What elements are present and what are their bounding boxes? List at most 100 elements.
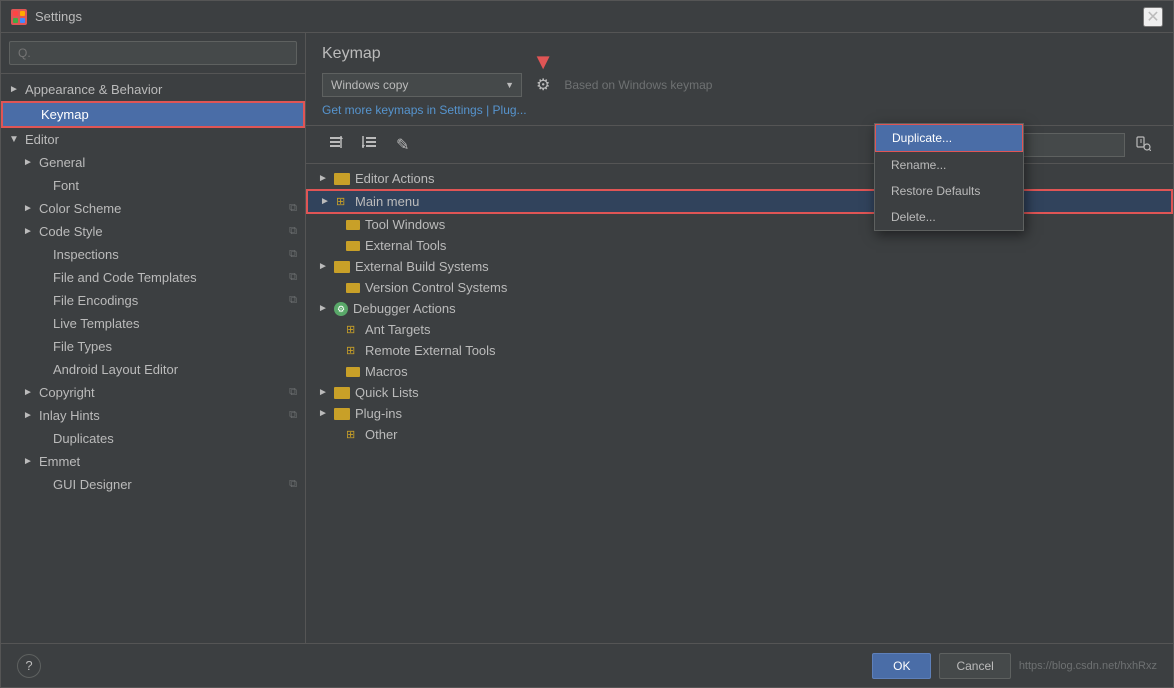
dropdown-item-delete[interactable]: Delete... <box>875 204 1023 230</box>
arrow-icon <box>23 157 35 169</box>
sidebar-item-label: Live Templates <box>53 316 139 331</box>
sidebar-item-appearance[interactable]: Appearance & Behavior <box>1 78 305 101</box>
window-title: Settings <box>35 9 82 24</box>
sidebar-item-label: Android Layout Editor <box>53 362 178 377</box>
arrow-icon <box>23 387 35 399</box>
edit-button[interactable]: ✎ <box>390 133 415 157</box>
sidebar-item-emmet[interactable]: Emmet <box>1 450 305 473</box>
keymap-item-quick-lists[interactable]: Quick Lists <box>306 382 1173 403</box>
sidebar-item-label: Duplicates <box>53 431 114 446</box>
arrow-icon <box>330 219 342 231</box>
dropdown-item-rename[interactable]: Rename... <box>875 152 1023 178</box>
copy-icon: ⧉ <box>289 271 297 284</box>
dropdown-item-restore-defaults[interactable]: Restore Defaults <box>875 178 1023 204</box>
keymap-item-remote-external[interactable]: ⊞ Remote External Tools <box>306 340 1173 361</box>
sidebar-item-file-code-templates[interactable]: File and Code Templates ⧉ <box>1 266 305 289</box>
gear-button[interactable] <box>532 73 554 97</box>
sidebar-item-live-templates[interactable]: Live Templates <box>1 312 305 335</box>
keymap-item-plugins[interactable]: Plug-ins <box>306 403 1173 424</box>
collapse-all-button[interactable] <box>322 132 350 157</box>
expand-all-button[interactable] <box>356 132 384 157</box>
folder-small-icon <box>346 241 360 251</box>
keymap-row: Windows copy Default Mac OS X ▼ Based on… <box>322 73 1157 97</box>
sidebar-item-label: Code Style <box>39 224 103 239</box>
keymap-select[interactable]: Windows copy Default Mac OS X <box>322 73 522 97</box>
folder-icon <box>334 408 350 420</box>
folder-icon <box>334 261 350 273</box>
sidebar-item-general[interactable]: General <box>1 151 305 174</box>
settings-search-input[interactable] <box>9 41 297 65</box>
get-more-link[interactable]: Get more keymaps in Settings | Plug... <box>322 103 527 117</box>
title-bar: Settings ✕ <box>1 1 1173 33</box>
dialog-body: Appearance & Behavior Keymap Editor Gene… <box>1 33 1173 643</box>
arrow-icon <box>9 84 21 96</box>
folder-small-icon <box>346 220 360 230</box>
keymap-item-editor-actions[interactable]: Editor Actions <box>306 168 1173 189</box>
arrow-icon <box>37 364 49 376</box>
arrow-icon <box>23 456 35 468</box>
sidebar-item-inspections[interactable]: Inspections ⧉ <box>1 243 305 266</box>
keymap-item-macros[interactable]: Macros <box>306 361 1173 382</box>
sidebar-item-editor[interactable]: Editor <box>1 128 305 151</box>
keymap-item-other[interactable]: ⊞ Other <box>306 424 1173 445</box>
arrow-icon <box>318 173 330 185</box>
keymap-item-tool-windows[interactable]: Tool Windows <box>306 214 1173 235</box>
cancel-button[interactable]: Cancel <box>939 653 1010 679</box>
keymap-item-label: Tool Windows <box>365 217 445 232</box>
sidebar-item-gui-designer[interactable]: GUI Designer ⧉ <box>1 473 305 496</box>
sidebar-item-keymap[interactable]: Keymap <box>1 101 305 128</box>
sidebar-item-label: Inlay Hints <box>39 408 100 423</box>
sidebar-item-label: Color Scheme <box>39 201 121 216</box>
arrow-icon <box>37 180 49 192</box>
sidebar-item-android-layout[interactable]: Android Layout Editor <box>1 358 305 381</box>
keymap-item-ant-targets[interactable]: ⊞ Ant Targets <box>306 319 1173 340</box>
sidebar-item-label: Inspections <box>53 247 119 262</box>
sidebar-item-label: File and Code Templates <box>53 270 197 285</box>
keymap-item-external-tools[interactable]: External Tools <box>306 235 1173 256</box>
keymap-item-label: External Build Systems <box>355 259 489 274</box>
sidebar-item-label: File Encodings <box>53 293 138 308</box>
keymap-item-label: Other <box>365 427 398 442</box>
grid-icon: ⊞ <box>346 344 360 358</box>
search-box <box>1 33 305 74</box>
close-button[interactable]: ✕ <box>1143 7 1163 27</box>
grid-icon: ⊞ <box>346 428 360 442</box>
keymap-item-external-build[interactable]: External Build Systems <box>306 256 1173 277</box>
sidebar-item-label: Editor <box>25 132 59 147</box>
red-arrow-indicator: ▼ <box>532 51 554 73</box>
sidebar-item-file-types[interactable]: File Types <box>1 335 305 358</box>
keymap-item-main-menu[interactable]: ⊞ Main menu <box>306 189 1173 214</box>
keymap-toolbar: ✎ <box>306 126 1173 164</box>
gear-dropdown-menu: Duplicate... Rename... Restore Defaults … <box>874 123 1024 231</box>
arrow-icon <box>330 282 342 294</box>
sidebar-item-copyright[interactable]: Copyright ⧉ <box>1 381 305 404</box>
copy-icon: ⧉ <box>289 248 297 261</box>
copy-icon: ⧉ <box>289 409 297 422</box>
ok-button[interactable]: OK <box>872 653 931 679</box>
bottom-bar: ? OK Cancel https://blog.csdn.net/hxhRxz <box>1 643 1173 687</box>
page-title: Keymap <box>322 45 1157 63</box>
arrow-icon <box>330 324 342 336</box>
sidebar-item-file-encodings[interactable]: File Encodings ⧉ <box>1 289 305 312</box>
sidebar-item-color-scheme[interactable]: Color Scheme ⧉ <box>1 197 305 220</box>
keymap-item-debugger-actions[interactable]: ⚙ Debugger Actions <box>306 298 1173 319</box>
arrow-icon <box>318 303 330 315</box>
sidebar-item-label: Keymap <box>41 107 89 122</box>
arrow-icon <box>318 408 330 420</box>
sidebar-item-duplicates[interactable]: Duplicates <box>1 427 305 450</box>
find-shortcuts-button[interactable] <box>1129 133 1157 156</box>
keymap-item-label: Remote External Tools <box>365 343 496 358</box>
sidebar-item-inlay-hints[interactable]: Inlay Hints ⧉ <box>1 404 305 427</box>
arrow-icon <box>23 410 35 422</box>
grid-icon: ⊞ <box>336 195 350 209</box>
dropdown-item-duplicate[interactable]: Duplicate... <box>875 124 1023 152</box>
arrow-icon <box>330 345 342 357</box>
arrow-icon <box>330 240 342 252</box>
help-button[interactable]: ? <box>17 654 41 678</box>
sidebar-item-font[interactable]: Font <box>1 174 305 197</box>
folder-small-icon <box>346 283 360 293</box>
based-on-label: Based on Windows keymap <box>564 78 712 92</box>
sidebar-item-code-style[interactable]: Code Style ⧉ <box>1 220 305 243</box>
keymap-select-wrapper: Windows copy Default Mac OS X <box>322 73 522 97</box>
keymap-item-version-control[interactable]: Version Control Systems <box>306 277 1173 298</box>
